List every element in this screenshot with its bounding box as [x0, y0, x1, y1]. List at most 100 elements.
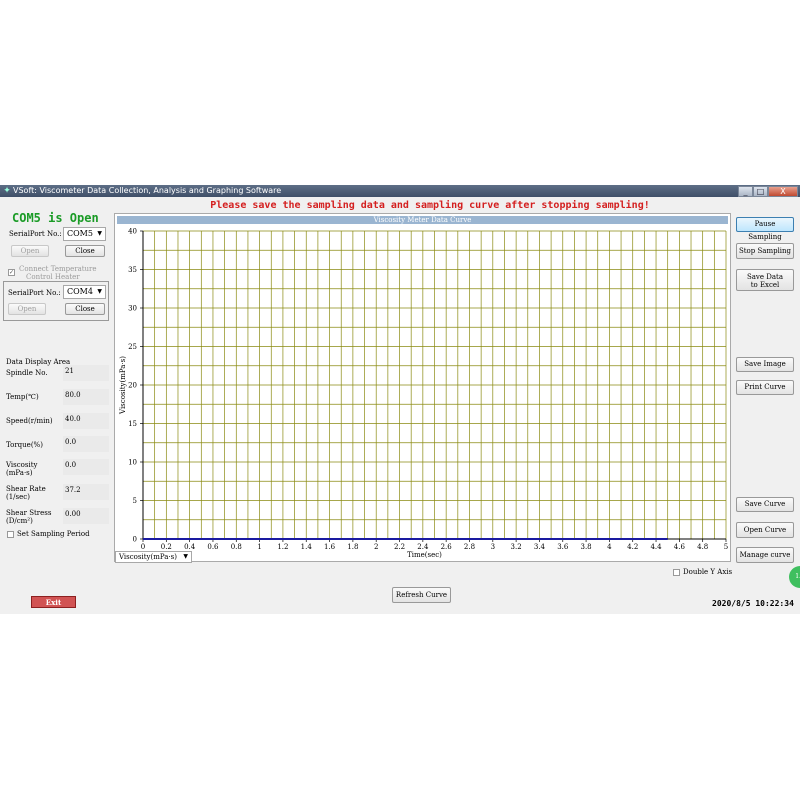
field-label: Shear Rate [6, 485, 46, 493]
field-unit: (mPa·s) [6, 469, 33, 477]
save-curve-button[interactable]: Save Curve [736, 497, 794, 512]
exit-button[interactable]: Exit [31, 596, 76, 608]
chevron-down-icon: ▼ [183, 553, 188, 560]
field-unit: (1/sec) [6, 493, 30, 501]
x-tick-label: 4 [607, 543, 612, 551]
x-tick-label: 2.8 [464, 543, 475, 551]
serialport-select[interactable]: COM5 ▼ [63, 227, 106, 241]
field-unit: (D/cm²) [6, 517, 33, 525]
serialport-label: SerialPort No.: [9, 230, 62, 238]
data-area-title: Data Display Area [6, 358, 71, 366]
close-window-button[interactable]: X [768, 186, 798, 197]
y-axis-title: Viscosity(mPa·s) [119, 356, 127, 415]
title-bar: ✦ VSoft: Viscometer Data Collection, Ana… [0, 185, 800, 197]
x-axis-title: Time(sec) [407, 551, 442, 559]
field-value: 0.0 [63, 459, 109, 475]
serialport-value: COM5 [67, 229, 93, 238]
heater-label-line1: Connect Temperature [19, 265, 97, 273]
x-tick-label: 2.6 [441, 543, 453, 551]
x-tick-label: 0.6 [207, 543, 219, 551]
x-tick-label: 0 [141, 543, 145, 551]
window-title: VSoft: Viscometer Data Collection, Analy… [13, 186, 282, 195]
heater-port-group: SerialPort No.: COM4 ▼ Open Close [3, 281, 109, 321]
save-to-excel-line2: to Excel [750, 281, 780, 289]
double-y-axis-checkbox[interactable] [673, 569, 680, 576]
y-tick-label: 15 [128, 420, 137, 428]
field-value: 37.2 [63, 484, 109, 500]
y-tick-label: 30 [128, 305, 137, 313]
x-tick-label: 1.8 [347, 543, 358, 551]
x-tick-label: 3.8 [581, 543, 592, 551]
y-tick-label: 25 [128, 343, 137, 351]
x-tick-label: 4.2 [627, 543, 638, 551]
field-value: 40.0 [63, 413, 109, 429]
x-tick-label: 3.6 [557, 543, 569, 551]
y-tick-label: 10 [128, 459, 137, 467]
x-tick-label: 2.4 [417, 543, 429, 551]
field-value: 0.00 [63, 508, 109, 524]
x-tick-label: 4.4 [650, 543, 662, 551]
open-port-button[interactable]: Open [11, 245, 49, 257]
sampling-period-label: Set Sampling Period [17, 530, 90, 538]
maximize-button[interactable]: □ [753, 186, 768, 197]
y-tick-label: 5 [133, 497, 137, 505]
field-label: Torque(%) [6, 441, 43, 449]
y-axis-select[interactable]: Viscosity(mPa·s) ▼ [115, 551, 192, 563]
y-axis-select-value: Viscosity(mPa·s) [119, 553, 177, 561]
save-to-excel-button[interactable]: Save Data to Excel [736, 269, 794, 291]
x-tick-label: 1.6 [324, 543, 336, 551]
y-tick-label: 40 [128, 228, 137, 236]
main-window: ✦ VSoft: Viscometer Data Collection, Ana… [0, 185, 800, 614]
field-label: Shear Stress [6, 509, 52, 517]
sampling-period-checkbox[interactable] [7, 531, 14, 538]
refresh-curve-button[interactable]: Refresh Curve [392, 587, 451, 603]
stop-sampling-button[interactable]: Stop Sampling [736, 243, 794, 259]
save-to-excel-line1: Save Data [746, 273, 784, 281]
field-label: Temp(℃) [6, 393, 39, 401]
chevron-down-icon: ▼ [97, 230, 102, 237]
chart-panel: Viscosity Meter Data Curve 0 0.2 0.4 0.6 0.8… [114, 213, 731, 562]
x-tick-label: 1 [257, 543, 261, 551]
x-tick-label: 0.4 [184, 543, 196, 551]
close-port-button[interactable]: Close [65, 245, 105, 257]
chevron-down-icon: ▼ [97, 288, 102, 295]
print-curve-button[interactable]: Print Curve [736, 380, 794, 395]
manage-curve-button[interactable]: Manage curve [736, 547, 794, 563]
field-label: Viscosity [6, 461, 38, 469]
x-tick-label: 2 [374, 543, 378, 551]
minimize-button[interactable]: _ [738, 186, 753, 197]
field-value: 21 [63, 365, 109, 381]
heater-close-button[interactable]: Close [65, 303, 105, 315]
app-icon: ✦ [3, 186, 11, 196]
field-value: 80.0 [63, 389, 109, 405]
x-tick-label: 5 [724, 543, 728, 551]
heater-checkbox[interactable]: ✓ [8, 269, 15, 276]
x-tick-label: 3.2 [511, 543, 522, 551]
y-tick-label: 35 [128, 266, 137, 274]
x-tick-label: 3.4 [534, 543, 546, 551]
side-float-badge[interactable]: 1.1 [789, 566, 800, 588]
heater-open-button[interactable]: Open [8, 303, 46, 315]
heater-label-line2: Control Heater [26, 273, 80, 281]
x-tick-label: 0.2 [161, 543, 172, 551]
viscosity-chart: 0 0.2 0.4 0.6 0.8 1 1.2 1.4 1.6 1.8 2 2.2 2.4 2.6 2.8 3… [119, 228, 728, 560]
double-y-axis-label: Double Y Axis [683, 568, 733, 576]
x-tick-label: 4.6 [674, 543, 686, 551]
heater-serialport-value: COM4 [67, 287, 93, 296]
heater-serialport-select[interactable]: COM4 ▼ [63, 285, 106, 299]
field-label: Speed(r/min) [6, 417, 53, 425]
heater-serialport-label: SerialPort No.: [8, 289, 61, 297]
x-tick-label: 1.4 [301, 543, 313, 551]
x-tick-label: 1.2 [277, 543, 288, 551]
open-curve-button[interactable]: Open Curve [736, 522, 794, 538]
save-image-button[interactable]: Save Image [736, 357, 794, 372]
datetime: 2020/8/5 10:22:34 [712, 599, 794, 608]
x-tick-label: 3 [491, 543, 495, 551]
x-tick-label: 2.2 [394, 543, 405, 551]
y-tick-label: 0 [133, 536, 137, 544]
connection-status: COM5 is Open [12, 211, 99, 225]
field-label: Spindle No. [6, 369, 48, 377]
pause-sampling-button[interactable]: Pause Sampling [736, 217, 794, 241]
y-tick-label: 20 [128, 382, 137, 390]
field-value: 0.0 [63, 436, 109, 452]
